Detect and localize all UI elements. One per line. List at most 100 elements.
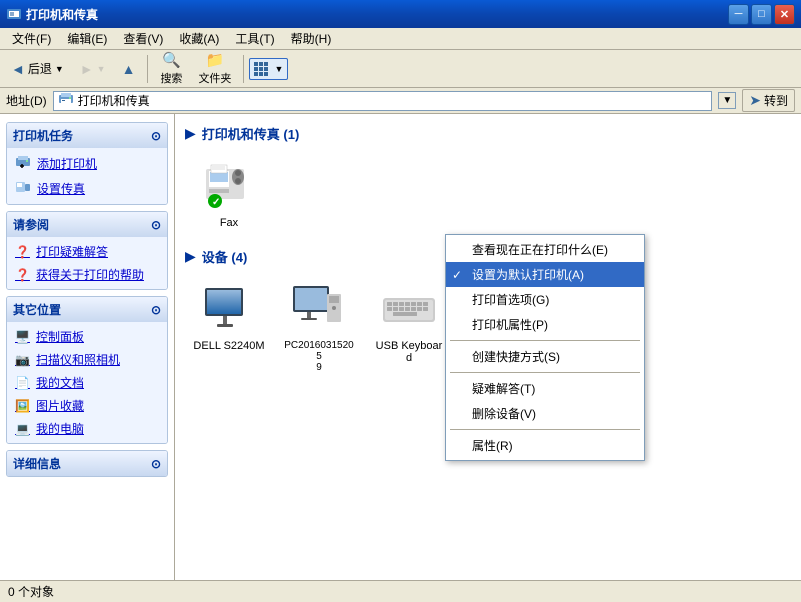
sidebar-item-troubleshoot[interactable]: ❓ 打印疑难解答 (15, 243, 159, 260)
sidebar-item-setup-fax[interactable]: 设置传真 (15, 179, 159, 198)
ctx-create-shortcut-label: 创建快捷方式(S) (472, 348, 560, 365)
ctx-set-default-label: 设置为默认打印机(A) (472, 266, 584, 283)
address-dropdown-icon[interactable]: ▼ (718, 92, 736, 109)
ctx-view-printing-label: 查看现在正在打印什么(E) (472, 241, 608, 258)
svg-text:✓: ✓ (212, 197, 220, 208)
fax-svg: ✓ (201, 159, 257, 215)
menu-bar: 文件(F) 编辑(E) 查看(V) 收藏(A) 工具(T) 帮助(H) (0, 28, 801, 50)
sidebar-item-pictures[interactable]: 🖼️ 图片收藏 (15, 397, 159, 414)
address-printer-icon (58, 91, 74, 110)
usb-keyboard-icon (381, 282, 437, 338)
dell-monitor-icon (201, 282, 257, 338)
control-panel-label: 控制面板 (36, 328, 84, 345)
ctx-check-1: ✓ (452, 268, 466, 282)
ctx-troubleshoot-label: 疑难解答(T) (472, 380, 535, 397)
pictures-icon: 🖼️ (15, 399, 30, 413)
toolbar: ◄ 后退 ▼ ► ▼ ▲ 🔍 搜索 📁 文件夹 ▼ (0, 50, 801, 88)
back-arrow-icon: ◄ (11, 61, 25, 77)
printer-tasks-header[interactable]: 打印机任务 ⊙ (7, 123, 167, 148)
help-print-icon: ❓ (15, 268, 30, 282)
ctx-printer-props-label: 打印机属性(P) (472, 316, 548, 333)
dell-monitor-item[interactable]: DELL S2240M (189, 278, 269, 377)
control-panel-icon: 🖥️ (15, 330, 30, 344)
my-docs-icon: 📄 (15, 376, 30, 390)
menu-tools[interactable]: 工具(T) (227, 28, 282, 49)
see-also-collapse-icon: ⊙ (151, 218, 161, 232)
details-header[interactable]: 详细信息 ⊙ (7, 451, 167, 476)
ctx-delete-device-label: 删除设备(V) (472, 405, 536, 422)
printers-grid: ✓ Fax (185, 151, 791, 237)
maximize-button[interactable]: □ (751, 4, 772, 25)
sidebar-item-help[interactable]: ❓ 获得关于打印的帮助 (15, 266, 159, 283)
back-label: 后退 (28, 60, 52, 77)
fax-item[interactable]: ✓ Fax (189, 155, 269, 233)
pc-svg (291, 282, 347, 338)
devices-section-title: 设备 (4) (202, 247, 248, 266)
ctx-view-printing[interactable]: 查看现在正在打印什么(E) (446, 237, 644, 262)
back-button[interactable]: ◄ 后退 ▼ (4, 56, 71, 81)
minimize-button[interactable]: ─ (728, 4, 749, 25)
forward-arrow-icon: ► (80, 61, 94, 77)
back-dropdown-icon[interactable]: ▼ (55, 64, 64, 74)
ctx-troubleshoot[interactable]: 疑难解答(T) (446, 376, 644, 401)
pc-icon (291, 282, 347, 338)
ctx-properties[interactable]: 属性(R) (446, 433, 644, 458)
menu-file[interactable]: 文件(F) (4, 28, 59, 49)
folders-button[interactable]: 📁 文件夹 (191, 48, 238, 89)
see-also-content: ❓ 打印疑难解答 ❓ 获得关于打印的帮助 (7, 237, 167, 289)
menu-edit[interactable]: 编辑(E) (59, 28, 115, 49)
ctx-set-default[interactable]: ✓ 设置为默认打印机(A) (446, 262, 644, 287)
ctx-printer-props[interactable]: 打印机属性(P) (446, 312, 644, 337)
devices-arrow-icon: ▶ (185, 248, 196, 265)
printers-arrow-icon: ▶ (185, 125, 196, 142)
menu-help[interactable]: 帮助(H) (283, 28, 340, 49)
title-bar-buttons: ─ □ ✕ (728, 4, 795, 25)
dell-monitor-label: DELL S2240M (193, 340, 264, 352)
up-button[interactable]: ▲ (115, 57, 143, 81)
ctx-create-shortcut[interactable]: 创建快捷方式(S) (446, 344, 644, 369)
toolbar-separator-1 (147, 55, 148, 83)
close-button[interactable]: ✕ (774, 4, 795, 25)
go-arrow-icon: ➤ (749, 92, 761, 109)
sidebar-item-my-computer[interactable]: 💻 我的电脑 (15, 420, 159, 437)
ctx-separator-1 (450, 340, 640, 341)
usb-keyboard-item[interactable]: USB Keyboard (369, 278, 449, 377)
address-bar: 地址(D) 打印机和传真 ▼ ➤ 转到 (0, 88, 801, 114)
pc-item[interactable]: PC201603152059 (279, 278, 359, 377)
view-button[interactable]: ▼ (249, 58, 288, 80)
fax-label: Fax (220, 217, 238, 229)
folders-label: 文件夹 (198, 70, 231, 86)
other-places-content: 🖥️ 控制面板 📷 扫描仪和照相机 📄 我的文档 🖼️ 图片收藏 💻 (7, 322, 167, 443)
scanner-label: 扫描仪和照相机 (36, 351, 120, 368)
ctx-properties-label: 属性(R) (472, 437, 513, 454)
menu-favorites[interactable]: 收藏(A) (171, 28, 227, 49)
other-places-header[interactable]: 其它位置 ⊙ (7, 297, 167, 322)
go-button[interactable]: ➤ 转到 (742, 89, 795, 112)
sidebar-item-my-docs[interactable]: 📄 我的文档 (15, 374, 159, 391)
pc-label: PC201603152059 (283, 340, 355, 373)
view-dropdown-icon[interactable]: ▼ (274, 64, 283, 74)
add-printer-icon (15, 154, 31, 173)
forward-button[interactable]: ► ▼ (73, 57, 113, 81)
add-printer-label: 添加打印机 (37, 155, 97, 172)
address-input[interactable]: 打印机和传真 (53, 91, 713, 111)
ctx-delete-device[interactable]: 删除设备(V) (446, 401, 644, 426)
see-also-title: 请参阅 (13, 216, 49, 233)
status-bar: 0 个对象 (0, 580, 801, 602)
printer-tasks-section: 打印机任务 ⊙ 添加打印机 (6, 122, 168, 205)
usb-keyboard-label: USB Keyboard (373, 340, 445, 364)
sidebar-item-add-printer[interactable]: 添加打印机 (15, 154, 159, 173)
menu-view[interactable]: 查看(V) (115, 28, 171, 49)
fax-icon: ✓ (201, 159, 257, 215)
title-bar: 打印机和传真 ─ □ ✕ (0, 0, 801, 28)
forward-dropdown-icon[interactable]: ▼ (97, 64, 106, 74)
folders-icon: 📁 (206, 51, 225, 69)
ctx-separator-2 (450, 372, 640, 373)
search-button[interactable]: 🔍 搜索 (153, 48, 189, 89)
help-print-label: 获得关于打印的帮助 (36, 266, 144, 283)
ctx-print-prefs[interactable]: 打印首选项(G) (446, 287, 644, 312)
sidebar-item-control-panel[interactable]: 🖥️ 控制面板 (15, 328, 159, 345)
sidebar-item-scanner[interactable]: 📷 扫描仪和照相机 (15, 351, 159, 368)
see-also-header[interactable]: 请参阅 ⊙ (7, 212, 167, 237)
other-places-section: 其它位置 ⊙ 🖥️ 控制面板 📷 扫描仪和照相机 📄 我的文档 🖼️ (6, 296, 168, 444)
